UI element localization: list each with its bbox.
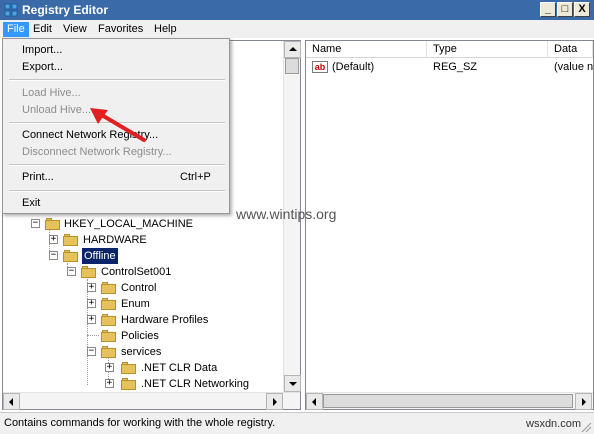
- tree-label: Hardware Profiles: [121, 314, 209, 326]
- expand-icon[interactable]: +: [105, 379, 114, 388]
- scroll-thumb[interactable]: [285, 58, 299, 74]
- menu-file[interactable]: File: [3, 22, 29, 37]
- value-data: (value n: [554, 61, 594, 73]
- title-bar: Registry Editor _ □ X: [0, 0, 594, 20]
- collapse-icon[interactable]: −: [49, 251, 58, 260]
- tree-item-net-clr-networking[interactable]: + .NET CLR Networking: [105, 376, 285, 392]
- tree-label: HKEY_LOCAL_MACHINE: [64, 218, 193, 230]
- scroll-right-button[interactable]: [575, 393, 592, 410]
- tree-label: Control: [121, 282, 157, 294]
- folder-icon: [121, 378, 136, 390]
- menu-item-import[interactable]: Import...: [4, 41, 228, 59]
- folder-icon: [121, 362, 136, 374]
- column-header-data[interactable]: Data: [548, 41, 593, 58]
- menu-help[interactable]: Help: [150, 22, 181, 37]
- tree-horizontal-scrollbar[interactable]: [3, 392, 300, 410]
- tree-item-services[interactable]: − services: [87, 344, 287, 360]
- scroll-left-button[interactable]: [306, 393, 323, 410]
- values-horizontal-scrollbar[interactable]: [306, 392, 593, 410]
- folder-icon: [63, 234, 78, 246]
- tree-item-hardware-profiles[interactable]: + Hardware Profiles: [87, 312, 287, 328]
- window-title: Registry Editor: [22, 3, 109, 17]
- resize-grip-icon[interactable]: [580, 421, 592, 433]
- close-button[interactable]: X: [574, 2, 590, 17]
- value-name: (Default): [332, 61, 375, 73]
- status-text: Contains commands for working with the w…: [4, 417, 276, 429]
- menu-separator: [9, 79, 225, 81]
- tree-item-net-clr-data[interactable]: + .NET CLR Data: [105, 360, 285, 376]
- tree-item-control[interactable]: + Control: [87, 280, 287, 296]
- tree-label: services: [121, 346, 162, 358]
- menu-bar: File Edit View Favorites Help: [0, 20, 594, 38]
- collapse-icon[interactable]: −: [67, 267, 76, 276]
- expand-icon[interactable]: +: [105, 363, 114, 372]
- folder-icon: [101, 298, 116, 310]
- watermark-wintips: www.wintips.org: [236, 206, 337, 222]
- menu-view[interactable]: View: [59, 22, 91, 37]
- tree-label: .NET CLR Networking: [141, 378, 249, 390]
- tree-item-controlset001[interactable]: − ControlSet001: [67, 264, 267, 280]
- collapse-icon[interactable]: −: [87, 347, 96, 356]
- menu-item-load-hive: Load Hive...: [22, 87, 81, 99]
- scroll-left-button[interactable]: [3, 393, 20, 410]
- folder-icon: [101, 314, 116, 326]
- folder-icon: [63, 250, 78, 262]
- tree-label-selected: Offline: [81, 247, 119, 265]
- menu-edit[interactable]: Edit: [29, 22, 56, 37]
- value-type: REG_SZ: [433, 61, 478, 73]
- registry-values-pane[interactable]: Name Type Data ab (Default) REG_SZ (valu…: [305, 40, 594, 410]
- folder-icon: [101, 346, 116, 358]
- expand-icon[interactable]: +: [87, 315, 96, 324]
- print-shortcut: Ctrl+P: [180, 171, 211, 183]
- menu-item-export[interactable]: Export...: [4, 58, 228, 76]
- maximize-button[interactable]: □: [557, 2, 573, 17]
- tree-item-hklm[interactable]: − HKEY_LOCAL_MACHINE: [31, 216, 231, 232]
- tree-item-hardware[interactable]: + HARDWARE: [49, 232, 249, 248]
- tree-label: HARDWARE: [83, 234, 147, 246]
- expand-icon[interactable]: +: [87, 283, 96, 292]
- folder-icon: [45, 218, 60, 230]
- registry-editor-icon: [4, 3, 18, 17]
- string-value-icon: ab: [312, 61, 328, 73]
- collapse-icon[interactable]: −: [31, 219, 40, 228]
- menu-separator: [9, 190, 225, 192]
- scroll-up-button[interactable]: [284, 41, 301, 58]
- folder-icon: [101, 330, 116, 342]
- folder-icon: [81, 266, 96, 278]
- tree-label: Enum: [121, 298, 150, 310]
- red-arrow-annotation: [90, 108, 146, 142]
- scroll-thumb[interactable]: [323, 394, 573, 408]
- tree-label: Policies: [121, 330, 159, 342]
- menu-favorites[interactable]: Favorites: [94, 22, 147, 37]
- menu-item-print[interactable]: Print... Ctrl+P: [4, 168, 228, 186]
- scroll-right-button[interactable]: [266, 393, 283, 410]
- expand-icon[interactable]: +: [49, 235, 58, 244]
- tree-label: ControlSet001: [101, 266, 172, 278]
- expand-icon[interactable]: +: [87, 299, 96, 308]
- tree-item-offline[interactable]: − Offline: [49, 247, 249, 265]
- scroll-down-button[interactable]: [284, 375, 301, 392]
- menu-item-label: Print...: [22, 171, 54, 183]
- tree-item-policies[interactable]: Policies: [87, 328, 287, 344]
- tree-item-enum[interactable]: + Enum: [87, 296, 287, 312]
- status-bar: Contains commands for working with the w…: [0, 412, 594, 434]
- tree-label: .NET CLR Data: [141, 362, 218, 374]
- watermark-wsxdn: wsxdn.com: [526, 418, 582, 430]
- column-header-name[interactable]: Name: [306, 41, 427, 58]
- minimize-button[interactable]: _: [540, 2, 556, 17]
- menu-separator: [9, 164, 225, 166]
- folder-icon: [101, 282, 116, 294]
- column-header-type[interactable]: Type: [427, 41, 548, 58]
- list-item-default[interactable]: ab (Default) REG_SZ (value n: [306, 59, 593, 75]
- menu-item-disconnect-network-registry: Disconnect Network Registry...: [22, 146, 172, 158]
- menu-item-exit[interactable]: Exit: [4, 194, 228, 212]
